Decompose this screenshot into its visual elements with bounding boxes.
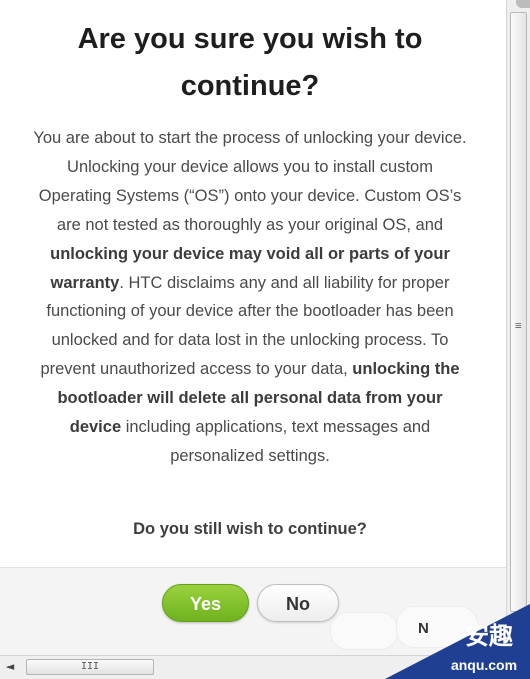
- horizontal-scroll-thumb[interactable]: III: [26, 659, 154, 675]
- no-button[interactable]: No: [257, 584, 339, 622]
- continue-question: Do you still wish to continue?: [133, 520, 367, 538]
- unlock-confirm-dialog: Are you sure you wish to continue? You a…: [0, 0, 506, 656]
- grip-icon: ≡: [515, 319, 522, 332]
- window-corner-icon: [516, 0, 530, 8]
- watermark-url: anqu.com: [450, 657, 518, 673]
- dialog-title: Are you sure you wish to continue?: [77, 23, 423, 102]
- vertical-scroll-thumb[interactable]: ≡: [510, 12, 527, 612]
- body-text-part-1: You are about to start the process of un…: [33, 129, 467, 234]
- body-text-part-3: including applications, text messages an…: [121, 418, 431, 465]
- scroll-left-arrow-icon[interactable]: ◄: [2, 659, 18, 675]
- watermark-logo: 安趣: [465, 622, 513, 650]
- screen-root: Are you sure you wish to continue? You a…: [0, 0, 530, 679]
- vertical-scrollbar[interactable]: ≡: [506, 0, 530, 655]
- yes-button[interactable]: Yes: [162, 584, 249, 622]
- dialog-body-text: You are about to start the process of un…: [30, 124, 470, 471]
